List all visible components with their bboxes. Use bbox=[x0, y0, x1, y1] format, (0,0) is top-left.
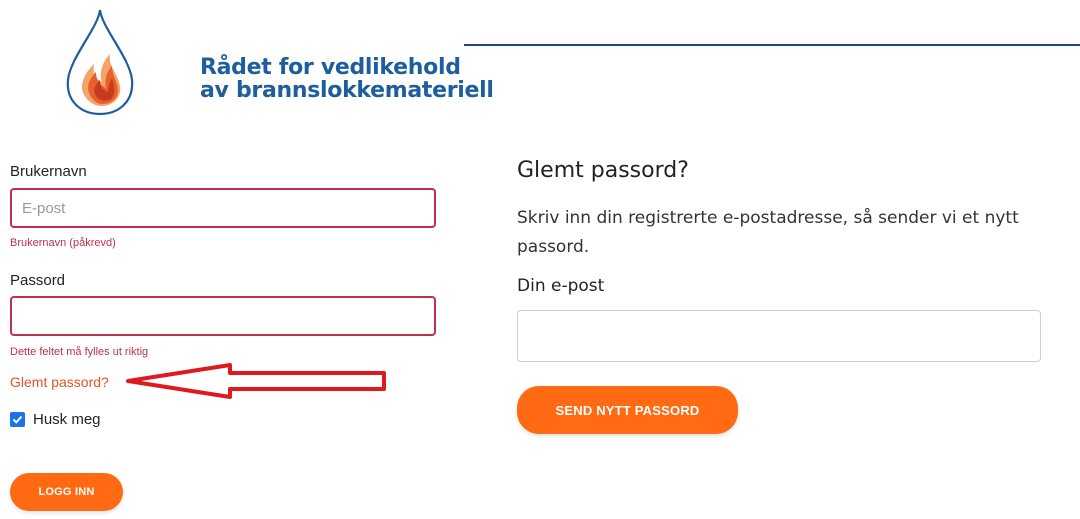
forgot-title: Glemt passord? bbox=[517, 158, 689, 183]
forgot-description: Skriv inn din registrerte e-postadresse,… bbox=[517, 208, 1019, 257]
check-icon bbox=[12, 415, 23, 424]
password-label: Passord bbox=[10, 272, 66, 289]
username-input[interactable] bbox=[10, 188, 436, 228]
email-input[interactable] bbox=[517, 310, 1041, 362]
remember-me-label: Husk meg bbox=[33, 411, 101, 428]
brand-logo: Rådet for vedlikehold av brannslokkemate… bbox=[62, 8, 494, 118]
forgot-password-link[interactable]: Glemt passord? bbox=[10, 374, 109, 390]
username-label: Brukernavn bbox=[10, 163, 87, 180]
login-button[interactable]: LOGG INN bbox=[10, 473, 123, 511]
annotation-arrow bbox=[126, 363, 386, 399]
header-divider bbox=[464, 44, 1080, 46]
password-error: Dette feltet må fylles ut riktig bbox=[10, 346, 149, 358]
flame-drop-icon bbox=[66, 9, 134, 116]
brand-name-line2: av brannslokkemateriell bbox=[200, 78, 494, 103]
brand-name: Rådet for vedlikehold av brannslokkemate… bbox=[200, 56, 494, 102]
send-new-password-button[interactable]: SEND NYTT PASSORD bbox=[517, 386, 738, 434]
email-label: Din e-post bbox=[517, 276, 605, 296]
remember-me-checkbox[interactable] bbox=[10, 412, 25, 427]
username-error: Brukernavn (påkrevd) bbox=[10, 237, 116, 249]
page: Rådet for vedlikehold av brannslokkemate… bbox=[0, 0, 1080, 519]
brand-name-line1: Rådet for vedlikehold bbox=[200, 55, 461, 80]
password-input[interactable] bbox=[10, 296, 436, 336]
remember-me[interactable]: Husk meg bbox=[10, 411, 101, 428]
